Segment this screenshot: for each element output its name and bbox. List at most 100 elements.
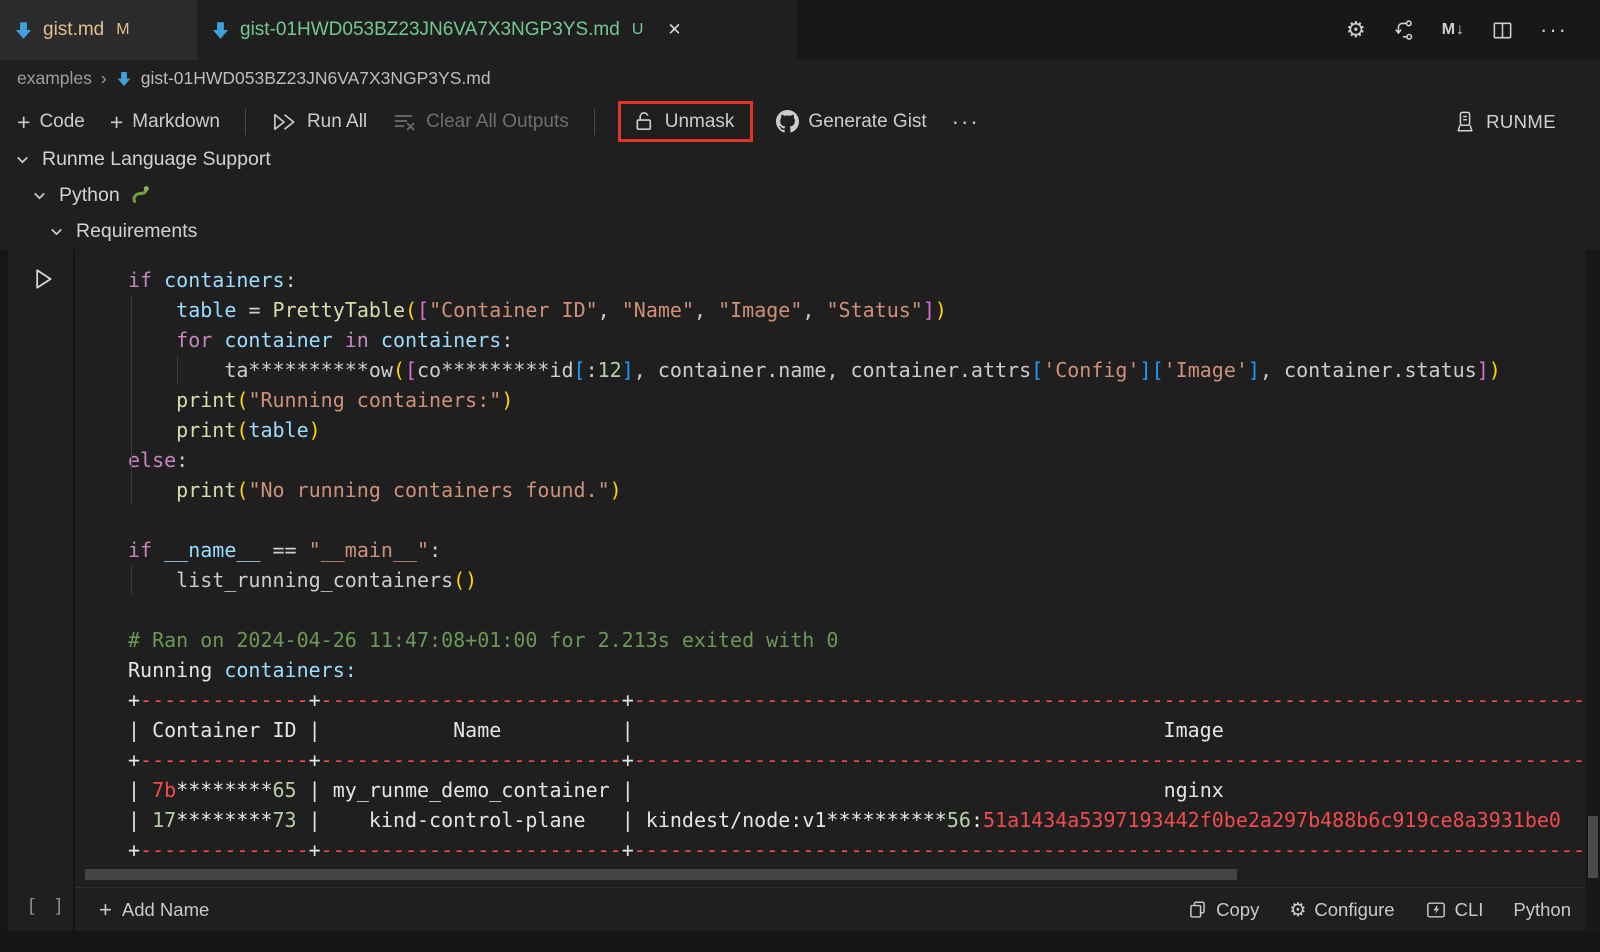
code-token: 51a1434a5397193442f0be2a297b488b6c919ce8… bbox=[983, 808, 1561, 832]
code-token: ********** bbox=[826, 808, 946, 832]
code-line: # Ran on 2024-04-26 11:47:08+01:00 for 2… bbox=[128, 625, 1585, 655]
code-line: +--------------+------------------------… bbox=[128, 685, 1585, 715]
code-token: "__main__" bbox=[309, 538, 429, 562]
code-token: "Container ID" bbox=[429, 298, 598, 322]
code-token bbox=[236, 298, 248, 322]
code-token bbox=[297, 538, 309, 562]
code-token: ) bbox=[610, 478, 622, 502]
cell-code-editor[interactable]: if containers: table = PrettyTable(["Con… bbox=[128, 265, 1585, 865]
clear-all-outputs-button[interactable]: Clear All Outputs bbox=[392, 111, 569, 133]
code-token: -------------- bbox=[140, 838, 309, 862]
clear-outputs-icon bbox=[392, 111, 417, 133]
gear-icon: ⚙ bbox=[1289, 899, 1306, 921]
runme-label: RUNME bbox=[1486, 111, 1556, 133]
code-token: ----------------------------------------… bbox=[634, 838, 1585, 862]
code-token: ( bbox=[236, 478, 248, 502]
section-python[interactable]: Python bbox=[31, 178, 151, 212]
add-name-button[interactable]: + Add Name bbox=[99, 897, 209, 923]
chevron-down-icon[interactable] bbox=[14, 151, 31, 168]
toolbar-divider bbox=[245, 109, 246, 135]
breadcrumb-file[interactable]: gist-01HWD053BZ23JN6VA7X3NGP3YS.md bbox=[141, 68, 491, 89]
code-token: ) bbox=[309, 418, 321, 442]
generate-gist-button[interactable]: Generate Gist bbox=[776, 110, 926, 133]
tab-label: gist-01HWD053BZ23JN6VA7X3NGP3YS.md bbox=[240, 19, 620, 41]
cli-button[interactable]: CLI bbox=[1425, 899, 1484, 921]
code-token: PrettyTable bbox=[273, 298, 405, 322]
code-token: else bbox=[128, 448, 176, 472]
code-token: 'Image' bbox=[1164, 358, 1248, 382]
split-editor-icon[interactable] bbox=[1491, 19, 1514, 42]
cell-gutter-divider bbox=[73, 250, 75, 931]
vertical-scrollbar-thumb[interactable] bbox=[1588, 816, 1598, 878]
tab-gist-generated-md[interactable]: gist-01HWD053BZ23JN6VA7X3NGP3YS.md U ✕ bbox=[197, 0, 797, 60]
tab-gist-md[interactable]: gist.md M bbox=[0, 0, 197, 60]
code-token: : bbox=[501, 328, 513, 352]
output-horizontal-scrollbar[interactable] bbox=[85, 869, 1237, 880]
code-token: ta**********ow bbox=[224, 358, 393, 382]
run-all-button[interactable]: Run All bbox=[271, 110, 367, 134]
clear-all-outputs-label: Clear All Outputs bbox=[426, 111, 569, 133]
code-line: Running containers: bbox=[128, 655, 1585, 685]
code-token: , bbox=[598, 298, 622, 322]
add-markdown-label: Markdown bbox=[132, 111, 220, 133]
section-requirements[interactable]: Requirements bbox=[48, 214, 197, 248]
breadcrumb-folder[interactable]: examples bbox=[17, 68, 92, 89]
code-token: ] bbox=[1248, 358, 1260, 382]
code-token: : bbox=[586, 358, 598, 382]
code-token bbox=[634, 718, 1164, 742]
toolbar-divider bbox=[594, 109, 595, 135]
code-line: for container in containers: bbox=[128, 325, 1585, 355]
language-picker[interactable]: Python bbox=[1513, 899, 1571, 921]
runme-logo-icon bbox=[1454, 110, 1476, 134]
code-token: : bbox=[285, 268, 297, 292]
chevron-down-icon[interactable] bbox=[31, 187, 48, 204]
code-token bbox=[260, 298, 272, 322]
editor-actions: ⚙ M↓ ··· bbox=[1346, 0, 1600, 60]
code-token: = bbox=[248, 298, 260, 322]
runme-file-icon bbox=[211, 21, 230, 40]
section-runme-language-support[interactable]: Runme Language Support bbox=[14, 142, 271, 176]
settings-gear-icon[interactable]: ⚙ bbox=[1346, 18, 1366, 43]
cell-selection-indicator: [ ] bbox=[26, 895, 66, 917]
code-token: ------------------------- bbox=[321, 838, 622, 862]
markdown-preview-icon[interactable]: M↓ bbox=[1442, 21, 1465, 39]
session-sync-icon[interactable] bbox=[1392, 18, 1416, 42]
code-token: 7b bbox=[152, 778, 176, 802]
code-line: print("Running containers:") bbox=[128, 385, 1585, 415]
more-actions-icon[interactable]: ··· bbox=[1540, 25, 1568, 35]
close-icon[interactable]: ✕ bbox=[667, 20, 681, 40]
code-token: # Ran on 2024-04-26 11:47:08+01:00 for 2… bbox=[128, 628, 838, 652]
code-token: co*********id bbox=[417, 358, 574, 382]
configure-label: Configure bbox=[1314, 899, 1394, 921]
code-token: [ bbox=[1031, 358, 1043, 382]
vertical-scrollbar-track[interactable] bbox=[1585, 250, 1600, 931]
cli-label: CLI bbox=[1455, 899, 1484, 921]
configure-button[interactable]: ⚙ Configure bbox=[1289, 899, 1394, 921]
generate-gist-label: Generate Gist bbox=[808, 111, 926, 133]
unlock-icon bbox=[633, 110, 656, 133]
code-line bbox=[128, 505, 1585, 535]
code-token: | Container ID | Name | bbox=[128, 718, 634, 742]
section-label: Python bbox=[59, 184, 120, 207]
notebook-toolbar: + Code + Markdown Run All Clear All Ou bbox=[0, 97, 1600, 146]
github-icon bbox=[776, 110, 799, 133]
code-token: ] bbox=[622, 358, 634, 382]
code-token: + bbox=[128, 838, 140, 862]
code-line bbox=[128, 595, 1585, 625]
red-annotation-box: Unmask bbox=[618, 101, 754, 142]
chevron-down-icon[interactable] bbox=[48, 223, 65, 240]
add-code-button[interactable]: + Code bbox=[17, 111, 85, 133]
run-cell-button[interactable] bbox=[29, 265, 57, 293]
copy-button[interactable]: Copy bbox=[1187, 899, 1259, 921]
code-token: ) bbox=[465, 568, 477, 592]
unmask-button[interactable]: Unmask bbox=[633, 110, 735, 133]
cell-status-actions: Copy ⚙ Configure CLI Python bbox=[1187, 899, 1571, 921]
snake-emoji-icon bbox=[131, 185, 151, 205]
code-token bbox=[128, 418, 176, 442]
add-markdown-button[interactable]: + Markdown bbox=[110, 111, 220, 133]
toolbar-more-icon[interactable]: ··· bbox=[952, 117, 980, 127]
code-token: == bbox=[273, 538, 297, 562]
code-token: ( bbox=[405, 298, 417, 322]
code-token: [ bbox=[574, 358, 586, 382]
code-token: "Running containers:" bbox=[248, 388, 501, 412]
